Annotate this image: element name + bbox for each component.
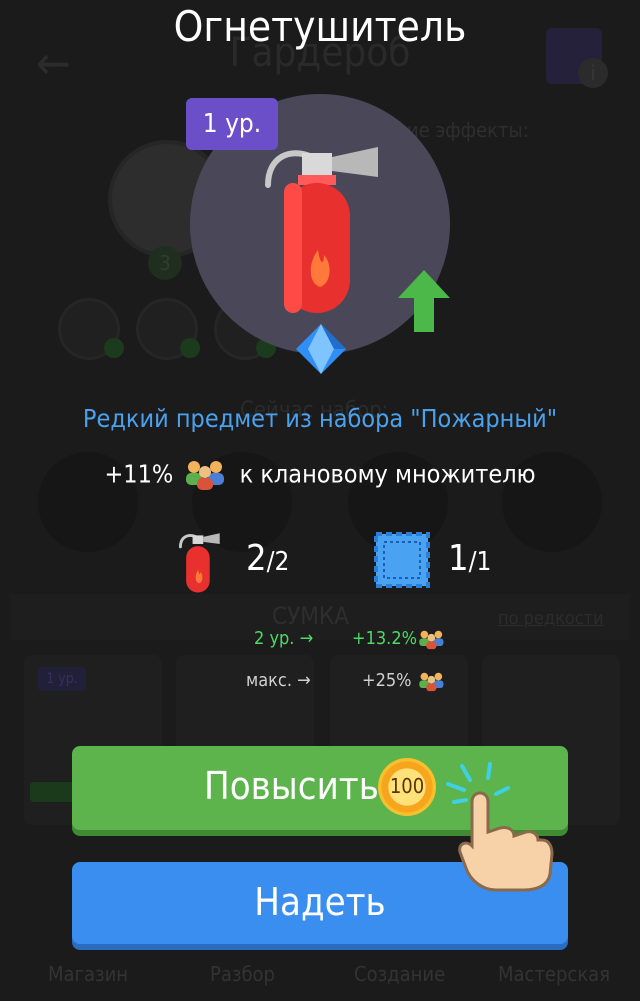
bag-title: СУМКА [272, 602, 349, 630]
set-item-count: 2/2 [246, 538, 290, 579]
fire-extinguisher-icon [265, 147, 378, 313]
upgrade-arrow-icon [398, 270, 450, 332]
rarity-gem-icon [296, 324, 346, 374]
multiplier-row: +11% к клановому множителю [0, 458, 640, 490]
nav-workshop[interactable]: Мастерская [498, 962, 610, 986]
tap-hand-icon [446, 762, 554, 892]
info-icon[interactable]: i [578, 58, 608, 88]
player-level-badge: 3 [148, 246, 182, 280]
item-title: Огнетушитель [173, 2, 467, 51]
max-level-label: макс. → [246, 670, 311, 691]
sort-link[interactable]: по редкости [498, 608, 604, 629]
blue-patch-icon [374, 532, 430, 588]
nav-disassemble[interactable]: Разбор [210, 962, 275, 986]
download-icon [180, 338, 200, 358]
upgrade-cost: 100 [389, 774, 425, 798]
multiplier-description: к клановому множителю [239, 459, 536, 489]
coin-icon: 100 [378, 758, 436, 816]
nav-create[interactable]: Создание [354, 962, 445, 986]
set-item-count: 1/1 [448, 538, 492, 579]
fire-extinguisher-icon [179, 533, 220, 593]
download-icon [104, 338, 124, 358]
multiplier-value: +11% [104, 459, 174, 489]
next-level-value: +13.2% [352, 628, 418, 649]
clan-icon [419, 672, 444, 692]
clan-icon [186, 461, 225, 490]
card-equip-bar [30, 782, 75, 802]
clan-icon [419, 630, 444, 650]
rarity-text: Редкий предмет из набора "Пожарный" [82, 404, 558, 433]
upgrade-button-label: Повысить [204, 764, 379, 808]
item-level-badge: 1 ур. [186, 98, 278, 150]
nav-shop[interactable]: Магазин [48, 962, 128, 986]
max-level-value: +25% [362, 670, 412, 691]
card-level-badge: 1 ур. [38, 667, 86, 691]
next-level-label: 2 ур. → [254, 628, 314, 649]
